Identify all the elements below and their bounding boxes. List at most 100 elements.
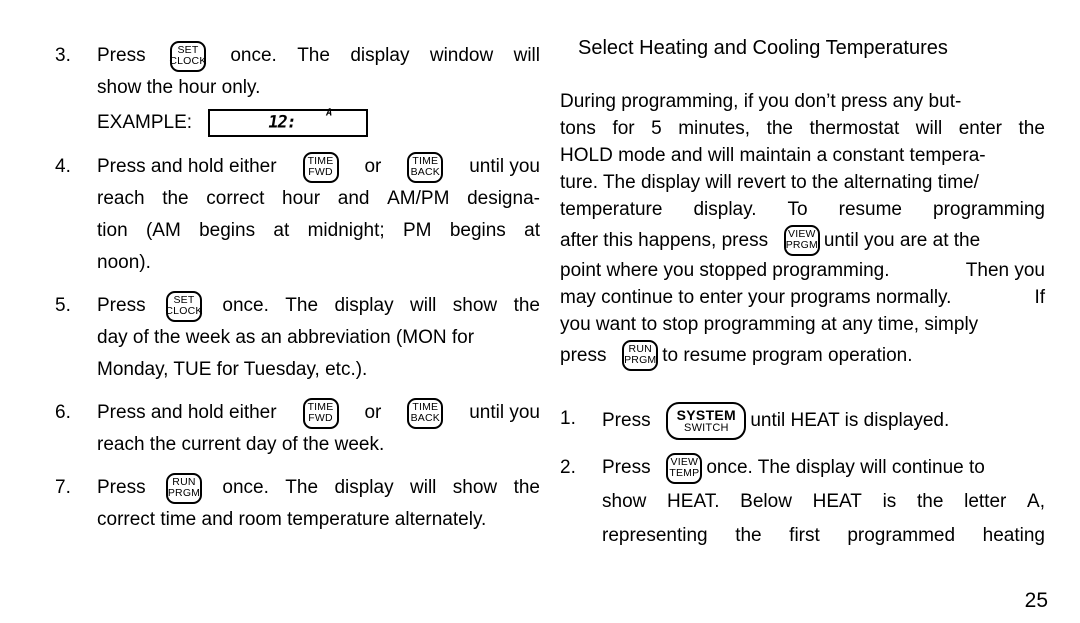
text-run: once. The display will continue to xyxy=(706,457,985,478)
text-run: begins xyxy=(199,220,256,241)
button-view-temp[interactable]: VIEW TEMP xyxy=(666,452,703,484)
step-number: 3. xyxy=(55,45,71,66)
step-body: Press RUN PRGM once. The display will show the co… xyxy=(97,472,540,536)
right-steps-list: 1. Press SYSTEM SWITCH until HEAT is display… xyxy=(560,402,1045,553)
button-set-clock[interactable]: SET CLOCK xyxy=(165,290,203,322)
text-line: Press and hold either TIME FWD or TIME BACK un… xyxy=(97,151,540,183)
button-time-back[interactable]: TIME BACK xyxy=(407,397,444,429)
text-run: (AM xyxy=(145,220,181,241)
text-run: until you are at the xyxy=(823,229,981,251)
text-line: temperature display. To resume programming xyxy=(560,196,1045,223)
text-run: once. xyxy=(222,295,269,316)
text-run: programming xyxy=(933,199,1045,220)
text-run: Press xyxy=(97,477,146,498)
step-body: Press and hold either TIME FWD or TIME BACK un… xyxy=(97,397,540,461)
text-line: point where you stopped programming. Then… xyxy=(560,257,1045,284)
text-run: begins xyxy=(449,220,506,241)
text-run: the xyxy=(735,525,762,546)
text-run: Press and hold either xyxy=(97,156,277,177)
text-run: Below xyxy=(740,491,792,512)
button-set-clock[interactable]: SET CLOCK xyxy=(169,40,206,72)
text-run: HEAT xyxy=(812,491,862,512)
numbered-step: 7. Press RUN PRGM once. The display will show the… xyxy=(55,472,540,536)
text-run: HOLD mode and will maintain a constant t… xyxy=(560,145,986,166)
text-run: programmed xyxy=(847,525,956,546)
text-line: reach the current day of the week. xyxy=(97,429,540,461)
text-run: Monday, TUE for Tuesday, etc.). xyxy=(97,359,368,380)
text-run: heating xyxy=(982,525,1045,546)
text-run: A, xyxy=(1027,491,1045,512)
numbered-step: 6. Press and hold either TIME FWD or TIME BACK… xyxy=(55,397,540,461)
numbered-step: 2. Press VIEW TEMP once. The display will co… xyxy=(560,451,1045,553)
step-number: 5. xyxy=(55,295,71,316)
text-line: you want to stop programming at any time… xyxy=(560,311,1045,338)
text-run: the xyxy=(916,491,944,512)
text-line: ture. The display will revert to the alt… xyxy=(560,169,1045,196)
text-run: Press xyxy=(602,410,651,431)
text-run: During programming, if you don’t press a… xyxy=(560,91,962,112)
button-time-back-line2: BACK xyxy=(410,412,440,424)
left-column: 3. Press SET CLOCK once. The display window will… xyxy=(55,40,540,547)
text-run: show the hour only. xyxy=(97,77,261,98)
text-run: HEAT. xyxy=(667,491,720,512)
text-run: temperature xyxy=(560,199,663,220)
text-run: until you xyxy=(469,156,540,177)
text-run: minutes, xyxy=(678,118,751,139)
text-line: Press VIEW TEMP once. The display will cont… xyxy=(602,451,1045,485)
button-run-prgm-line2: PRGM xyxy=(624,354,657,366)
text-run: will xyxy=(410,295,437,316)
text-run: the xyxy=(513,295,540,316)
text-run: or xyxy=(364,402,382,423)
button-set-clock-line2: CLOCK xyxy=(165,305,203,317)
text-run: show xyxy=(452,295,498,316)
example-label: EXAMPLE: xyxy=(97,112,193,133)
text-run: will xyxy=(915,118,943,139)
numbered-step: 5. Press SET CLOCK once. The display will show th… xyxy=(55,290,540,386)
text-run: and xyxy=(337,188,370,209)
text-line: press RUN PRGM to resume program operation. xyxy=(560,338,1045,372)
step-body: Press SYSTEM SWITCH until HEAT is displayed… xyxy=(602,402,1045,440)
button-time-back[interactable]: TIME BACK xyxy=(407,151,444,183)
step-number: 6. xyxy=(55,402,71,423)
button-time-fwd-line2: FWD xyxy=(308,412,333,424)
button-run-prgm[interactable]: RUN PRGM xyxy=(165,472,202,504)
text-run: will xyxy=(410,477,437,498)
button-time-fwd[interactable]: TIME FWD xyxy=(302,151,339,183)
step-number: 1. xyxy=(560,408,576,429)
button-time-fwd[interactable]: TIME FWD xyxy=(302,397,339,429)
text-run: hour xyxy=(282,188,321,209)
text-run: show xyxy=(602,491,647,512)
text-run: window xyxy=(429,45,494,66)
text-line: noon). xyxy=(97,247,540,279)
numbered-step: 3. Press SET CLOCK once. The display window will… xyxy=(55,40,540,140)
text-run: press xyxy=(560,344,607,366)
text-line: after this happens, press VIEW PRGM until y… xyxy=(560,223,1045,257)
text-run: the xyxy=(766,118,793,139)
text-run: tons xyxy=(560,118,596,139)
text-run: ture. The display will revert to the alt… xyxy=(560,172,979,193)
text-run: day of the week as an abbreviation (MON … xyxy=(97,327,475,348)
button-run-prgm[interactable]: RUN PRGM xyxy=(622,339,659,371)
text-run: midnight; xyxy=(307,220,385,241)
button-view-prgm[interactable]: VIEW PRGM xyxy=(783,224,820,256)
text-run: point where you stopped programming. xyxy=(560,260,890,281)
text-run: noon). xyxy=(97,252,151,273)
step-body: Press SET CLOCK once. The display will show the d… xyxy=(97,290,540,386)
text-line: HOLD mode and will maintain a constant t… xyxy=(560,142,1045,169)
text-run: thermostat xyxy=(809,118,900,139)
button-view-temp-line2: TEMP xyxy=(669,467,700,479)
text-line: Press RUN PRGM once. The display will show the xyxy=(97,472,540,504)
text-line: Press SET CLOCK once. The display window will xyxy=(97,40,540,72)
text-run: the xyxy=(513,477,540,498)
text-run: the xyxy=(162,188,189,209)
text-run: at xyxy=(524,220,540,241)
text-run: is xyxy=(882,491,897,512)
step-body: Press and hold either TIME FWD or TIME BACK un… xyxy=(97,151,540,279)
step-number: 2. xyxy=(560,457,576,478)
text-run: display. xyxy=(693,199,757,220)
step-body: Press VIEW TEMP once. The display will cont… xyxy=(602,451,1045,553)
text-run: may continue to enter your programs norm… xyxy=(560,287,952,308)
text-run: reach xyxy=(97,188,145,209)
button-system-switch[interactable]: SYSTEM SWITCH xyxy=(666,402,747,440)
lcd-display-window: 12: A xyxy=(208,107,369,137)
